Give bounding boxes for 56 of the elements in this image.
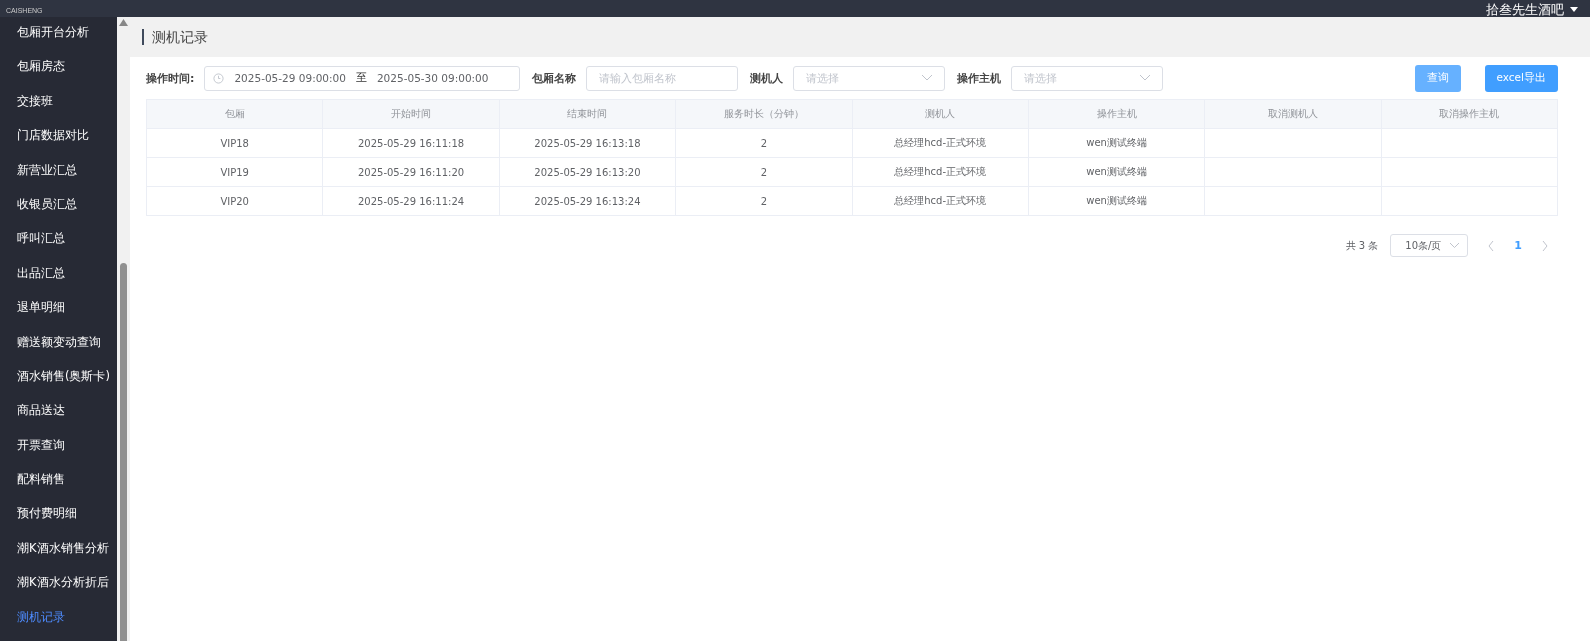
table-cell: wen测试终端 — [1028, 128, 1205, 158]
column-header: 结束时间 — [499, 99, 676, 129]
table-cell: wen测试终端 — [1028, 157, 1205, 187]
table-cell: VIP19 — [146, 157, 323, 187]
user-menu[interactable]: 拾叁先生酒吧 — [1486, 3, 1578, 17]
table-cell: VIP20 — [146, 186, 323, 216]
start-date-text: 2025-05-29 09:00:00 — [234, 72, 346, 84]
page-title: 测机记录 — [142, 29, 208, 45]
column-header: 开始时间 — [322, 99, 500, 129]
column-header: 服务时长（分钟） — [675, 99, 852, 129]
table-cell: 总经理hcd-正式环境 — [852, 157, 1029, 187]
table-cell: 2025-05-29 16:11:20 — [322, 157, 500, 187]
sidebar-item[interactable]: 测机记录 — [0, 608, 117, 641]
sidebar-item[interactable]: 包厢房态 — [0, 58, 117, 93]
sidebar-item[interactable]: 新营业汇总 — [0, 161, 117, 196]
table-cell: 总经理hcd-正式环境 — [852, 186, 1029, 216]
table-cell: 2025-05-29 16:11:18 — [322, 128, 500, 158]
sidebar-item[interactable]: 酒水销售(奥斯卡) — [0, 367, 117, 403]
sidebar-item[interactable]: 包厢开台分析 — [0, 24, 117, 59]
range-separator: 至 — [355, 71, 367, 85]
sidebar-item[interactable]: 交接班 — [0, 92, 117, 128]
sidebar-item[interactable]: 预付费明细 — [0, 505, 117, 540]
table-cell: 2025-05-29 16:13:18 — [499, 128, 676, 158]
table-cell: 2 — [675, 157, 852, 187]
table-cell: VIP18 — [146, 128, 323, 158]
sidebar-item[interactable]: 潮K酒水分析折后 — [0, 574, 117, 609]
table-cell: 2 — [675, 186, 852, 216]
sidebar-item[interactable]: 商品送达 — [0, 402, 117, 437]
sidebar-item[interactable]: 退单明细 — [0, 299, 117, 334]
sidebar-item[interactable]: 门店数据对比 — [0, 127, 117, 162]
sidebar-item[interactable]: 出品汇总 — [0, 264, 117, 300]
filter-label: 包厢名称 — [532, 70, 577, 86]
filter-label: 操作主机 — [957, 70, 1002, 86]
sidebar-item[interactable]: 配料销售 — [0, 471, 117, 506]
page-size-select[interactable]: 10条/页 — [1390, 234, 1469, 257]
filter-label: 操作时间: — [146, 70, 195, 86]
column-header: 操作主机 — [1028, 99, 1205, 129]
sidebar-item[interactable]: 收银员汇总 — [0, 195, 117, 231]
sidebar-item[interactable]: 潮K酒水销售分析 — [0, 539, 117, 575]
table-cell: 2025-05-29 16:11:24 — [322, 186, 500, 216]
filter-label: 测机人 — [750, 70, 784, 86]
table-cell: 2025-05-29 16:13:24 — [499, 186, 676, 216]
table-cell: 2025-05-29 16:13:20 — [499, 157, 676, 187]
sidebar-item[interactable]: 开票查询 — [0, 436, 117, 472]
table-cell: wen测试终端 — [1028, 186, 1205, 216]
column-header: 取消操作主机 — [1381, 99, 1558, 129]
date-range-field[interactable]: 2025-05-29 09:00:00 至 2025-05-30 09:00:00 — [204, 65, 521, 91]
end-date-text: 2025-05-30 09:00:00 — [376, 72, 489, 84]
total-count: 共 3 条 — [1345, 238, 1379, 253]
column-header: 取消测机人 — [1204, 99, 1382, 129]
table-cell: 总经理hcd-正式环境 — [852, 128, 1029, 158]
sidebar-item[interactable]: 呼叫汇总 — [0, 230, 117, 265]
sidebar-item[interactable]: 赠送额变动查询 — [0, 333, 117, 368]
column-header: 包厢 — [146, 99, 323, 129]
table-cell: 2 — [675, 128, 852, 158]
column-header: 测机人 — [852, 99, 1029, 129]
